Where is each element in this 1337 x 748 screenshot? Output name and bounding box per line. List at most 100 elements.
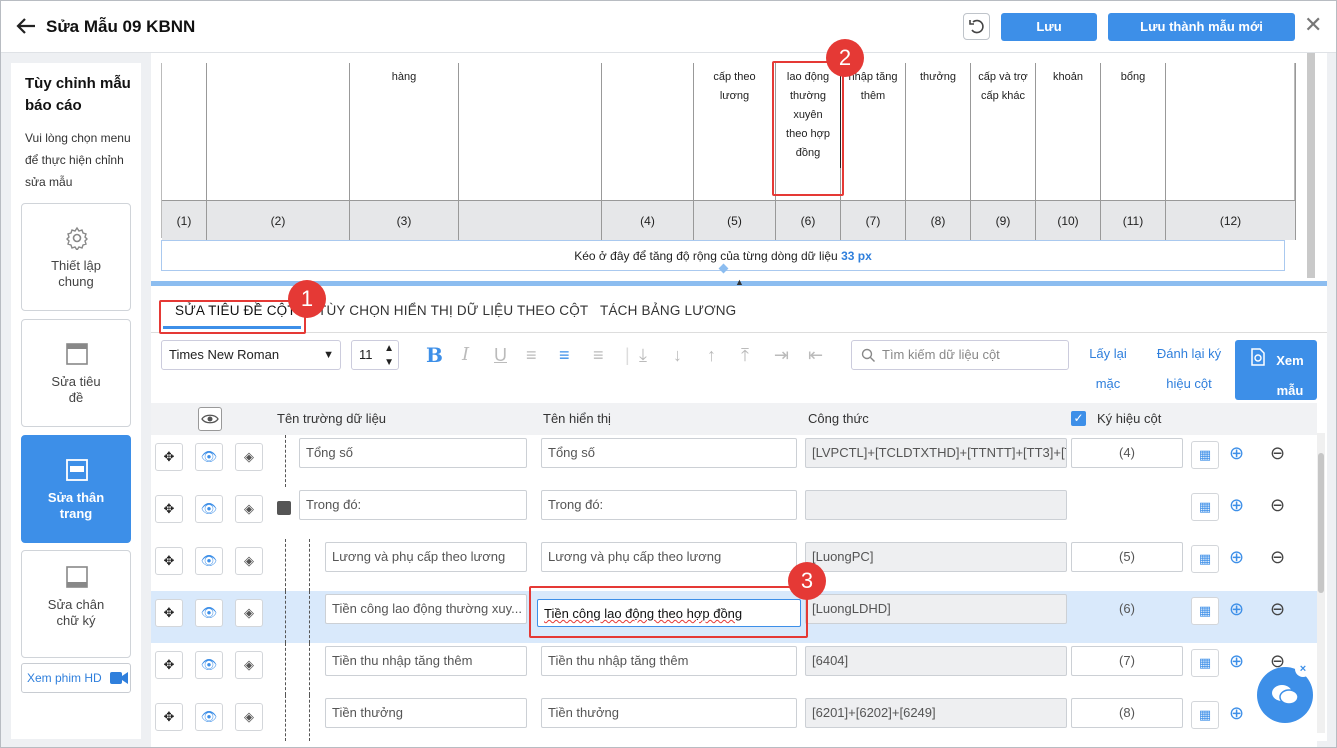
back-arrow-icon[interactable] [15, 15, 37, 37]
resize-diamond-icon[interactable] [718, 263, 729, 274]
preview-header-cell[interactable] [162, 63, 207, 200]
remove-circle-icon[interactable]: ⊖ [1270, 547, 1285, 568]
add-circle-icon[interactable]: ⊕ [1229, 599, 1244, 620]
display-name-input[interactable]: Tổng số [541, 438, 797, 468]
symbol-checkbox[interactable]: ✓ [1071, 411, 1086, 426]
eye-icon[interactable]: 👁 [195, 443, 223, 471]
add-circle-icon[interactable]: ⊕ [1229, 703, 1244, 724]
field-name-input[interactable]: Tiền thưởng [325, 698, 527, 728]
preview-header-cell[interactable]: cấp theo lương [694, 63, 776, 200]
remove-circle-icon[interactable]: ⊖ [1270, 443, 1285, 464]
remove-circle-icon[interactable]: ⊖ [1270, 495, 1285, 516]
sidebar-item-edit-body[interactable]: Sửa thân trang [21, 435, 131, 543]
eye-icon[interactable]: 👁 [195, 651, 223, 679]
sidebar-item-edit-footer[interactable]: Sửa chân chữ ký [21, 550, 131, 658]
save-as-new-template-button[interactable]: Lưu thành mẫu mới [1108, 13, 1295, 41]
eye-icon[interactable]: 👁 [195, 703, 223, 731]
save-button[interactable]: Lưu [1001, 13, 1097, 41]
table-row[interactable]: ✥ 👁 ◈ Tiền thu nhập tăng thêm Tiền thu n… [151, 643, 1317, 695]
underline-icon[interactable]: U [494, 345, 507, 365]
move-icon[interactable]: ✥ [155, 443, 183, 471]
move-icon[interactable]: ✥ [155, 599, 183, 627]
field-name-input[interactable]: Trong đó: [299, 490, 527, 520]
preview-header-cell[interactable] [602, 63, 694, 200]
formula-field[interactable]: [LuongLDHD] [805, 594, 1067, 624]
visibility-toggle-all-icon[interactable] [198, 407, 222, 431]
paint-bucket-icon[interactable]: ◈ [235, 651, 263, 679]
table-scrollbar[interactable] [1317, 433, 1325, 733]
preview-header-cell[interactable]: hàng [350, 63, 459, 200]
move-icon[interactable]: ✥ [155, 651, 183, 679]
column-symbol-input[interactable]: (4) [1071, 438, 1183, 468]
formula-field[interactable]: [LVPCTL]+[TCLDTXTHD]+[TTNTT]+[TT3]+[TI [805, 438, 1067, 468]
collapse-group-icon[interactable] [277, 501, 291, 515]
display-name-input[interactable]: Lương và phụ cấp theo lương [541, 542, 797, 572]
display-name-input[interactable]: Trong đó: [541, 490, 797, 520]
add-circle-icon[interactable]: ⊕ [1229, 547, 1244, 568]
row-height-drag-handle[interactable]: Kéo ở đây để tăng độ rộng của từng dòng … [161, 240, 1285, 274]
field-name-input[interactable]: Tiền công lao động thường xuy... [325, 594, 527, 624]
preview-header-cell[interactable]: thưởng [906, 63, 971, 200]
table-row[interactable]: ✥ 👁 ◈ Trong đó: Trong đó: ▦ ⊕ ⊖ [151, 487, 1317, 539]
indent-icon[interactable]: ⇥ [774, 345, 789, 365]
calculator-icon[interactable]: ▦ [1191, 649, 1219, 677]
preview-header-cell[interactable]: nhập tăng thêm [841, 63, 906, 200]
eye-icon[interactable]: 👁 [195, 547, 223, 575]
font-family-select[interactable]: Times New Roman ▼ [161, 340, 341, 370]
table-row[interactable]: ✥ 👁 ◈ Tiền thưởng Tiền thưởng [6201]+[62… [151, 695, 1317, 747]
paint-bucket-icon[interactable]: ◈ [235, 443, 263, 471]
column-symbol-input[interactable]: (5) [1071, 542, 1183, 572]
tab-split-payroll[interactable]: TÁCH BẢNG LƯƠNG [600, 303, 736, 318]
eye-icon[interactable]: 👁 [195, 495, 223, 523]
formula-field[interactable]: [6404] [805, 646, 1067, 676]
calculator-icon[interactable]: ▦ [1191, 493, 1219, 521]
close-icon[interactable]: ✕ [1304, 13, 1322, 37]
preview-template-button[interactable]: Xem mẫu [1235, 340, 1317, 400]
paint-bucket-icon[interactable]: ◈ [235, 703, 263, 731]
align-center-icon[interactable]: ≡ [559, 345, 570, 365]
align-left-icon[interactable]: ≡ [526, 345, 537, 365]
arrow-up-icon[interactable]: ↑ [707, 345, 716, 365]
display-name-input[interactable]: Tiền thu nhập tăng thêm [541, 646, 797, 676]
move-icon[interactable]: ✥ [155, 547, 183, 575]
panel-splitter[interactable]: ▲ [151, 277, 1327, 287]
add-circle-icon[interactable]: ⊕ [1229, 495, 1244, 516]
undo-button[interactable] [963, 13, 990, 40]
sidebar-item-edit-header[interactable]: Sửa tiêu đề [21, 319, 131, 427]
column-symbol-input[interactable]: (7) [1071, 646, 1183, 676]
preview-header-cell[interactable]: cấp và trợ cấp khác [971, 63, 1036, 200]
add-circle-icon[interactable]: ⊕ [1229, 443, 1244, 464]
preview-header-cell[interactable] [459, 63, 602, 200]
align-bottom-icon[interactable]: ⤓ [639, 345, 647, 365]
italic-icon[interactable]: I [462, 345, 469, 365]
font-size-stepper[interactable]: 11 ▲ ▼ [351, 340, 399, 370]
paint-bucket-icon[interactable]: ◈ [235, 547, 263, 575]
stepper-down-icon[interactable]: ▼ [384, 349, 394, 377]
calculator-icon[interactable]: ▦ [1191, 701, 1219, 729]
chat-close-icon[interactable]: × [1295, 661, 1311, 677]
move-icon[interactable]: ✥ [155, 495, 183, 523]
preview-header-cell[interactable] [1166, 63, 1296, 200]
calculator-icon[interactable]: ▦ [1191, 441, 1219, 469]
field-name-input[interactable]: Tiền thu nhập tăng thêm [325, 646, 527, 676]
preview-scrollbar[interactable] [1307, 53, 1315, 278]
renumber-columns-link[interactable]: Đánh lại ký hiệu cột [1151, 339, 1227, 399]
calculator-icon[interactable]: ▦ [1191, 597, 1219, 625]
scrollbar-thumb[interactable] [1318, 453, 1324, 593]
formula-field[interactable] [805, 490, 1067, 520]
bold-icon[interactable]: B [426, 345, 443, 365]
column-search-input[interactable]: Tìm kiếm dữ liệu cột [851, 340, 1069, 370]
display-name-input[interactable]: Tiền thưởng [541, 698, 797, 728]
formula-field[interactable]: [6201]+[6202]+[6249] [805, 698, 1067, 728]
preview-header-cell[interactable] [207, 63, 350, 200]
outdent-icon[interactable]: ⇤ [808, 345, 823, 365]
preview-header-cell[interactable]: bổng [1101, 63, 1166, 200]
field-name-input[interactable]: Tổng số [299, 438, 527, 468]
preview-header-cell[interactable]: khoản [1036, 63, 1101, 200]
formula-field[interactable]: [LuongPC] [805, 542, 1067, 572]
field-name-input[interactable]: Lương và phụ cấp theo lương [325, 542, 527, 572]
remove-circle-icon[interactable]: ⊖ [1270, 599, 1285, 620]
arrow-down-icon[interactable]: ↓ [673, 345, 682, 365]
column-symbol-input[interactable]: (6) [1071, 594, 1183, 624]
move-icon[interactable]: ✥ [155, 703, 183, 731]
